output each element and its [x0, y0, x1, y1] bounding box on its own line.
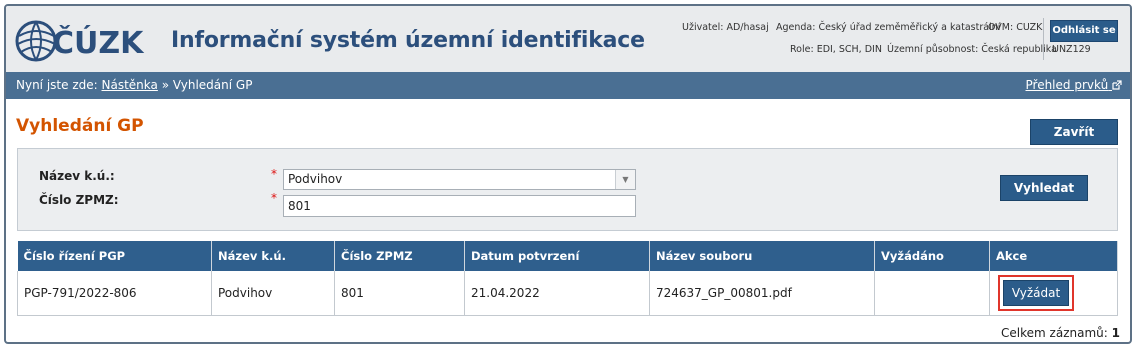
total-label: Celkem záznamů:: [1001, 326, 1108, 340]
page-title: Vyhledání GP: [16, 116, 144, 136]
external-link-icon: [1112, 80, 1122, 90]
scope-info: Územní působnost: Česká republika: [887, 44, 1057, 55]
cell-requested: [874, 271, 990, 316]
zpmz-label: Číslo ZPMZ:: [39, 193, 119, 207]
breadcrumb-home-link[interactable]: Nástěnka: [102, 78, 158, 92]
cell-ku: Podvihov: [211, 271, 335, 316]
cell-date: 21.04.2022: [464, 271, 650, 316]
breadcrumb-current: Vyhledání GP: [172, 78, 253, 92]
request-button[interactable]: Vyžádat: [1003, 279, 1069, 306]
col-header-action: Akce: [989, 241, 1118, 271]
role-info: Role: EDI, SCH, DIN: [790, 44, 882, 55]
table-row: PGP-791/2022-806 Podvihov 801 21.04.2022…: [17, 271, 1118, 316]
ovm-info: OVM: CUZK: [988, 22, 1043, 33]
col-header-requested[interactable]: Vyžádáno: [874, 241, 990, 271]
overview-link[interactable]: Přehled prvků: [1026, 78, 1123, 92]
search-panel: Název k.ú.: * Podvihov ▼ Číslo ZPMZ: * 8…: [17, 148, 1118, 231]
col-header-pgp[interactable]: Číslo řízení PGP: [17, 241, 212, 271]
col-header-ku[interactable]: Název k.ú.: [211, 241, 335, 271]
breadcrumb: Nyní jste zde: Nástěnka » Vyhledání GP: [16, 78, 252, 92]
overview-link-label: Přehled prvků: [1025, 78, 1109, 92]
chevron-down-icon[interactable]: ▼: [615, 170, 635, 189]
zpmz-required-mark: *: [271, 191, 277, 205]
highlight-box: Vyžádat: [998, 274, 1074, 311]
breadcrumb-separator: »: [161, 78, 170, 92]
logout-button[interactable]: Odhlásit se: [1050, 20, 1118, 42]
svg-text:ČÚZK: ČÚZK: [52, 24, 145, 61]
table-header-row: Číslo řízení PGP Název k.ú. Číslo ZPMZ D…: [17, 241, 1118, 271]
cell-zpmz: 801: [334, 271, 465, 316]
cell-pgp: PGP-791/2022-806: [17, 271, 212, 316]
agenda-info: Agenda: Český úřad zeměměřický a katastr…: [776, 22, 1001, 33]
ku-select-value: Podvihov: [288, 172, 343, 186]
ku-label: Název k.ú.:: [39, 169, 115, 183]
total-records: Celkem záznamů: 1: [1001, 326, 1120, 340]
col-header-date[interactable]: Datum potvrzení: [464, 241, 650, 271]
ku-required-mark: *: [271, 167, 277, 181]
cell-action: Vyžádat: [989, 271, 1118, 316]
user-info: Uživatel: AD/hasaj: [682, 22, 769, 33]
search-button[interactable]: Vyhledat: [1000, 175, 1088, 201]
breadcrumb-bar: Nyní jste zde: Nástěnka » Vyhledání GP P…: [6, 72, 1130, 99]
header-divider: [1043, 18, 1044, 60]
col-header-file[interactable]: Název souboru: [649, 241, 875, 271]
cuzk-logo: ČÚZK: [15, 20, 145, 62]
ku-select[interactable]: Podvihov ▼: [283, 169, 636, 190]
app-title: Informační systém územní identifikace: [171, 28, 645, 53]
cell-file: 724637_GP_00801.pdf: [649, 271, 875, 316]
results-table: Číslo řízení PGP Název k.ú. Číslo ZPMZ D…: [17, 241, 1118, 316]
app-header: ČÚZK Informační systém územní identifika…: [6, 6, 1130, 72]
close-button[interactable]: Zavřít: [1030, 119, 1118, 145]
app-window: ČÚZK Informační systém územní identifika…: [4, 4, 1132, 344]
zpmz-input[interactable]: 801: [283, 195, 636, 217]
total-value: 1: [1111, 326, 1120, 340]
col-header-zpmz[interactable]: Číslo ZPMZ: [334, 241, 465, 271]
unz-info: UNZ129: [1052, 44, 1091, 55]
breadcrumb-prefix: Nyní jste zde:: [16, 78, 98, 92]
